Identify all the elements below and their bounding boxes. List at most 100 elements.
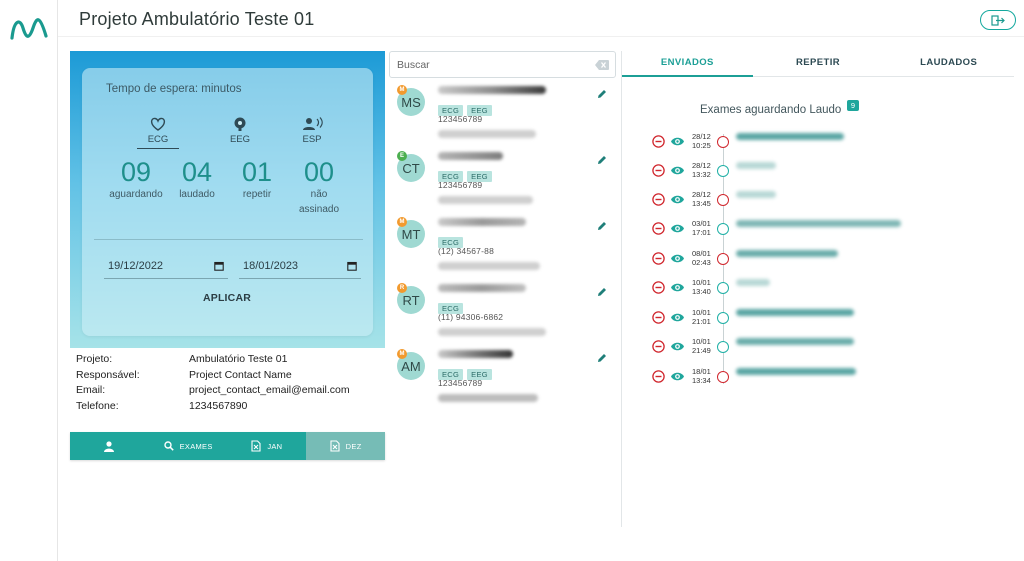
eye-icon[interactable] (670, 193, 685, 206)
nav-user-button[interactable] (70, 432, 149, 460)
type-tab-eeg[interactable]: EEG (223, 116, 257, 145)
info-value: project_contact_email@email.com (189, 384, 350, 396)
timeline-item: 03/01 17:01 (652, 219, 912, 239)
timeline-item: 10/01 21:01 (652, 308, 912, 328)
remove-circle-icon[interactable] (652, 193, 665, 206)
redacted-exam (736, 191, 776, 198)
nav-jan-button[interactable]: JAN (228, 432, 307, 460)
search-box[interactable] (389, 51, 616, 78)
nav-dec-button[interactable]: DEZ (306, 432, 385, 460)
patient-id: (11) 94306-6862 (438, 312, 504, 322)
patient-card[interactable]: MT M ECG (12) 34567-88 (393, 216, 616, 278)
type-tab-esp[interactable]: ESP (295, 116, 329, 145)
app-window: Projeto Ambulatório Teste 01 Tempo de es… (0, 0, 1024, 561)
type-tab-label: ECG (147, 134, 169, 145)
remove-circle-icon[interactable] (652, 252, 665, 265)
status-dot (717, 312, 729, 324)
timeline-item: 10/01 13:40 (652, 278, 912, 298)
info-value: Project Contact Name (189, 368, 292, 381)
project-info: Projeto: Ambulatório Teste 01 Responsáve… (76, 352, 350, 414)
edit-icon[interactable] (596, 88, 608, 100)
info-key: Projeto: (76, 353, 113, 365)
remove-circle-icon[interactable] (652, 311, 665, 324)
timeline-datetime: 03/01 17:01 (692, 219, 718, 237)
date-from-value: 19/12/2022 (108, 259, 164, 272)
tab-repeat[interactable]: REPETIR (753, 51, 884, 76)
nav-exams-button[interactable]: EXAMES (149, 432, 228, 460)
remove-circle-icon[interactable] (652, 164, 665, 177)
info-key: Telefone: (76, 399, 119, 412)
eye-icon[interactable] (670, 311, 685, 324)
timeline-time: 17:01 (692, 227, 711, 237)
status-dot (717, 165, 729, 177)
timeline-time: 21:01 (692, 316, 711, 326)
stats-card: Tempo de espera: minutos ECG EEG ESP 09 … (82, 68, 373, 336)
search-input[interactable] (397, 57, 587, 73)
remove-circle-icon[interactable] (652, 281, 665, 294)
type-tab-ecg[interactable]: ECG (137, 116, 179, 149)
redacted-name (438, 218, 526, 226)
calendar-icon[interactable] (214, 261, 224, 271)
timeline-item: 10/01 21:49 (652, 337, 912, 357)
edit-icon[interactable] (596, 154, 608, 166)
count-label: não assinado (298, 189, 340, 215)
calendar-icon[interactable] (347, 261, 357, 271)
edit-icon[interactable] (596, 286, 608, 298)
count-unsigned: 00 não assinado (296, 157, 342, 217)
type-tab-label: ESP (302, 134, 322, 145)
remove-circle-icon[interactable] (652, 340, 665, 353)
info-row-phone: Telefone: 1234567890 (76, 399, 350, 415)
nav-label: JAN (267, 441, 283, 451)
excel-file-icon (251, 440, 261, 452)
count-value: 01 (241, 157, 273, 187)
timeline-datetime: 10/01 13:40 (692, 278, 718, 296)
eye-icon[interactable] (670, 281, 685, 294)
voice-icon (303, 117, 323, 130)
eye-icon[interactable] (670, 252, 685, 265)
logout-button[interactable] (980, 10, 1016, 30)
status-dot (717, 223, 729, 235)
heart-icon (150, 117, 166, 131)
eye-icon[interactable] (670, 370, 685, 383)
clear-search-icon[interactable] (595, 60, 609, 70)
timeline-item: 08/01 02:43 (652, 249, 912, 269)
patient-card[interactable]: AM M ECG EEG 123456789 (393, 348, 616, 410)
wait-time-label: Tempo de espera: minutos (106, 83, 242, 95)
patient-card[interactable]: MS M ECG EEG 123456789 (393, 84, 616, 146)
date-from-field[interactable]: 19/12/2022 (104, 253, 228, 279)
edit-icon[interactable] (596, 220, 608, 232)
eye-icon[interactable] (670, 222, 685, 235)
remove-circle-icon[interactable] (652, 222, 665, 235)
redacted-exam (736, 220, 901, 227)
info-key: Responsável: (76, 368, 140, 381)
redacted-name (438, 86, 546, 94)
nav-label: DEZ (345, 441, 362, 451)
remove-circle-icon[interactable] (652, 370, 665, 383)
timeline-item: 18/01 13:34 (652, 367, 912, 387)
eye-icon[interactable] (670, 340, 685, 353)
wave-logo-icon[interactable] (9, 14, 49, 42)
patient-card[interactable]: RT R ECG (11) 94306-6862 (393, 282, 616, 344)
status-tabs: ENVIADOS REPETIR LAUDADOS (622, 51, 1014, 77)
status-dot (717, 253, 729, 265)
tab-reported[interactable]: LAUDADOS (883, 51, 1014, 76)
patient-card[interactable]: CT E ECG EEG 123456789 (393, 150, 616, 212)
type-tab-label: EEG (229, 134, 251, 145)
page-title: Projeto Ambulatório Teste 01 (79, 9, 315, 29)
date-to-field[interactable]: 18/01/2023 (239, 253, 361, 279)
count-label: laudado (179, 189, 215, 200)
eye-icon[interactable] (670, 164, 685, 177)
count-repeat: 01 repetir (237, 157, 277, 202)
timeline-datetime: 28/12 10:25 (692, 132, 718, 150)
left-rail (0, 0, 58, 561)
tab-sent[interactable]: ENVIADOS (622, 51, 753, 77)
status-dot (717, 282, 729, 294)
eye-icon[interactable] (670, 135, 685, 148)
remove-circle-icon[interactable] (652, 135, 665, 148)
stats-divider (94, 239, 363, 240)
apply-button[interactable]: APLICAR (192, 292, 262, 304)
count-value: 00 (303, 157, 335, 187)
edit-icon[interactable] (596, 352, 608, 364)
redacted-exam (736, 368, 856, 375)
logout-icon (991, 14, 1005, 26)
